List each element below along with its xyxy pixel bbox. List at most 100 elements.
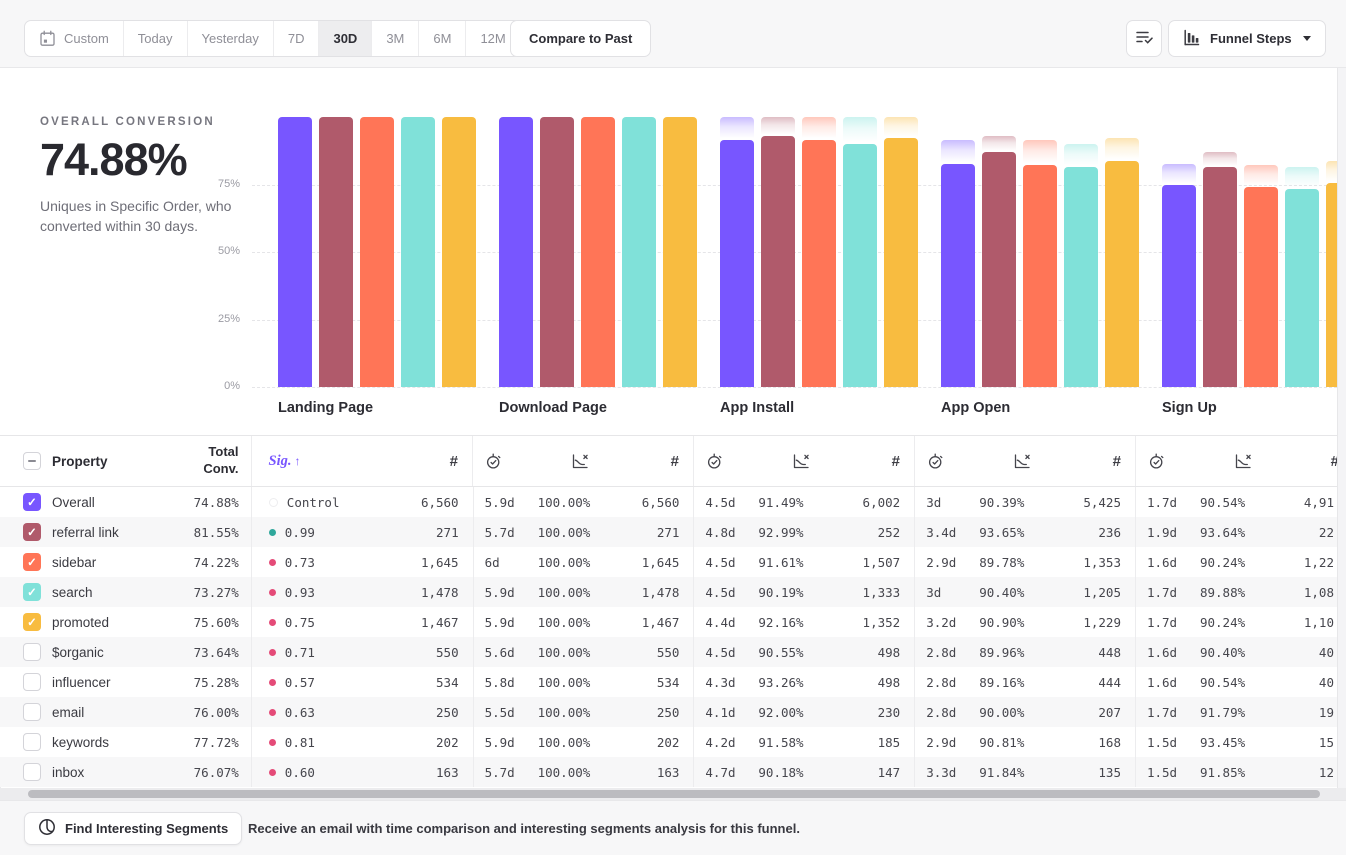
time-to-convert-icon[interactable] [1136, 453, 1200, 470]
funnel-bar[interactable] [982, 152, 1016, 387]
funnel-bar[interactable] [1023, 165, 1057, 387]
funnel-bar[interactable] [319, 117, 353, 387]
funnel-bar[interactable] [1203, 167, 1237, 387]
landing-page-cell-group: 0.731,645 [252, 547, 474, 577]
step-count: 250 [624, 705, 694, 720]
conversion-rate-icon[interactable] [537, 453, 623, 470]
property-checkbox[interactable] [23, 763, 41, 781]
funnel-bar[interactable] [360, 117, 394, 387]
property-checkbox[interactable]: ✓ [23, 523, 41, 541]
find-interesting-segments-button[interactable]: Find Interesting Segments [24, 812, 242, 845]
funnel-bar[interactable] [1064, 167, 1098, 387]
significance-cell: 0.60 [252, 765, 373, 780]
step-cell-group: 4.8d92.99%252 [694, 517, 915, 547]
table-row: inbox76.07%0.601635.7d100.00%1634.7d90.1… [0, 757, 1346, 787]
select-all-checkbox[interactable] [23, 452, 41, 470]
property-name: Overall [52, 495, 183, 510]
total-conversion-value: 77.72% [194, 735, 239, 750]
funnel-bar[interactable] [884, 138, 918, 387]
date-range-3m[interactable]: 3M [372, 21, 419, 56]
conversion-rate-icon[interactable] [758, 453, 844, 470]
significance-value: 0.60 [285, 765, 315, 780]
step-header-groups: #### [473, 436, 1346, 486]
count-icon[interactable]: # [1113, 453, 1121, 470]
step-count: 534 [624, 675, 694, 690]
property-checkbox[interactable] [23, 733, 41, 751]
funnel-bar[interactable] [843, 144, 877, 388]
funnel-step-label: Sign Up [1162, 400, 1217, 416]
step-cell-group: 6d100.00%1,645 [474, 547, 695, 577]
date-range-6m[interactable]: 6M [419, 21, 466, 56]
funnel-bar[interactable] [581, 117, 615, 387]
conversion-rate: 89.16% [979, 675, 1065, 690]
horizontal-scrollbar-track[interactable] [0, 788, 1346, 800]
property-checkbox[interactable] [23, 703, 41, 721]
property-checkbox[interactable]: ✓ [23, 553, 41, 571]
time-to-convert: 3d [915, 585, 979, 600]
conversion-rate: 90.40% [979, 585, 1065, 600]
time-to-convert-icon[interactable] [915, 453, 979, 470]
time-to-convert: 1.6d [1136, 555, 1200, 570]
funnel-bar[interactable] [663, 117, 697, 387]
funnel-bar[interactable] [802, 140, 836, 387]
time-to-convert: 2.8d [915, 645, 979, 660]
conversion-rate: 90.24% [1200, 555, 1286, 570]
conversion-rate: 90.55% [758, 645, 844, 660]
funnel-bar[interactable] [1105, 161, 1139, 387]
time-to-convert: 1.7d [1136, 705, 1200, 720]
date-range-30d[interactable]: 30D [319, 21, 372, 56]
property-checkbox[interactable]: ✓ [23, 493, 41, 511]
funnel-bar[interactable] [1244, 187, 1278, 387]
time-to-convert-icon[interactable] [694, 453, 758, 470]
funnel-bar[interactable] [761, 136, 795, 387]
conversion-rate-icon[interactable] [1200, 453, 1286, 470]
date-range-custom[interactable]: Custom [25, 21, 124, 56]
property-name: promoted [52, 615, 183, 630]
time-to-convert: 6d [474, 555, 538, 570]
sig-sort-header[interactable]: Sig.↑ [269, 453, 301, 470]
step-count: 6,560 [624, 495, 694, 510]
funnel-bar-dropoff-ghost [1023, 140, 1057, 165]
property-checkbox[interactable]: ✓ [23, 583, 41, 601]
compare-to-past-button[interactable]: Compare to Past [510, 20, 651, 57]
funnel-bar[interactable] [622, 117, 656, 387]
step-cell-group: 4.5d91.49%6,002 [694, 487, 915, 517]
property-checkbox[interactable]: ✓ [23, 613, 41, 631]
property-name: influencer [52, 675, 183, 690]
conversion-rate: 90.24% [1200, 615, 1286, 630]
date-range-yesterday[interactable]: Yesterday [188, 21, 274, 56]
count-icon[interactable]: # [892, 453, 900, 470]
funnel-bar[interactable] [278, 117, 312, 387]
funnel-bar[interactable] [1285, 189, 1319, 387]
time-to-convert: 5.5d [474, 705, 538, 720]
funnel-bar[interactable] [1162, 185, 1196, 387]
view-selector-dropdown[interactable]: Funnel Steps [1168, 20, 1326, 57]
date-range-7d[interactable]: 7D [274, 21, 320, 56]
table-row: ✓referral link81.55%0.992715.7d100.00%27… [0, 517, 1346, 547]
time-to-convert: 1.7d [1136, 615, 1200, 630]
time-to-convert: 5.9d [474, 615, 538, 630]
time-to-convert-icon[interactable] [473, 453, 537, 470]
horizontal-scrollbar-thumb[interactable] [28, 790, 1320, 798]
date-range-today[interactable]: Today [124, 21, 188, 56]
table-row: ✓sidebar74.22%0.731,6456d100.00%1,6454.5… [0, 547, 1346, 577]
property-checkbox[interactable] [23, 643, 41, 661]
funnel-bar[interactable] [442, 117, 476, 387]
table-row: ✓promoted75.60%0.751,4675.9d100.00%1,467… [0, 607, 1346, 637]
funnel-bar[interactable] [499, 117, 533, 387]
conversion-rate-icon[interactable] [979, 453, 1065, 470]
count-icon[interactable]: # [671, 453, 679, 470]
count-icon[interactable]: # [450, 453, 458, 470]
funnel-bar[interactable] [540, 117, 574, 387]
property-checkbox[interactable] [23, 673, 41, 691]
step-count: 271 [373, 525, 473, 540]
funnel-bar[interactable] [720, 140, 754, 387]
funnel-bar[interactable] [941, 164, 975, 387]
step-count: 163 [373, 765, 473, 780]
significance-value: 0.93 [285, 585, 315, 600]
step-count: 230 [844, 705, 914, 720]
significance-dot [269, 529, 276, 536]
list-check-icon-button[interactable] [1126, 20, 1162, 57]
funnel-bar[interactable] [401, 117, 435, 387]
time-to-convert: 4.7d [694, 765, 758, 780]
